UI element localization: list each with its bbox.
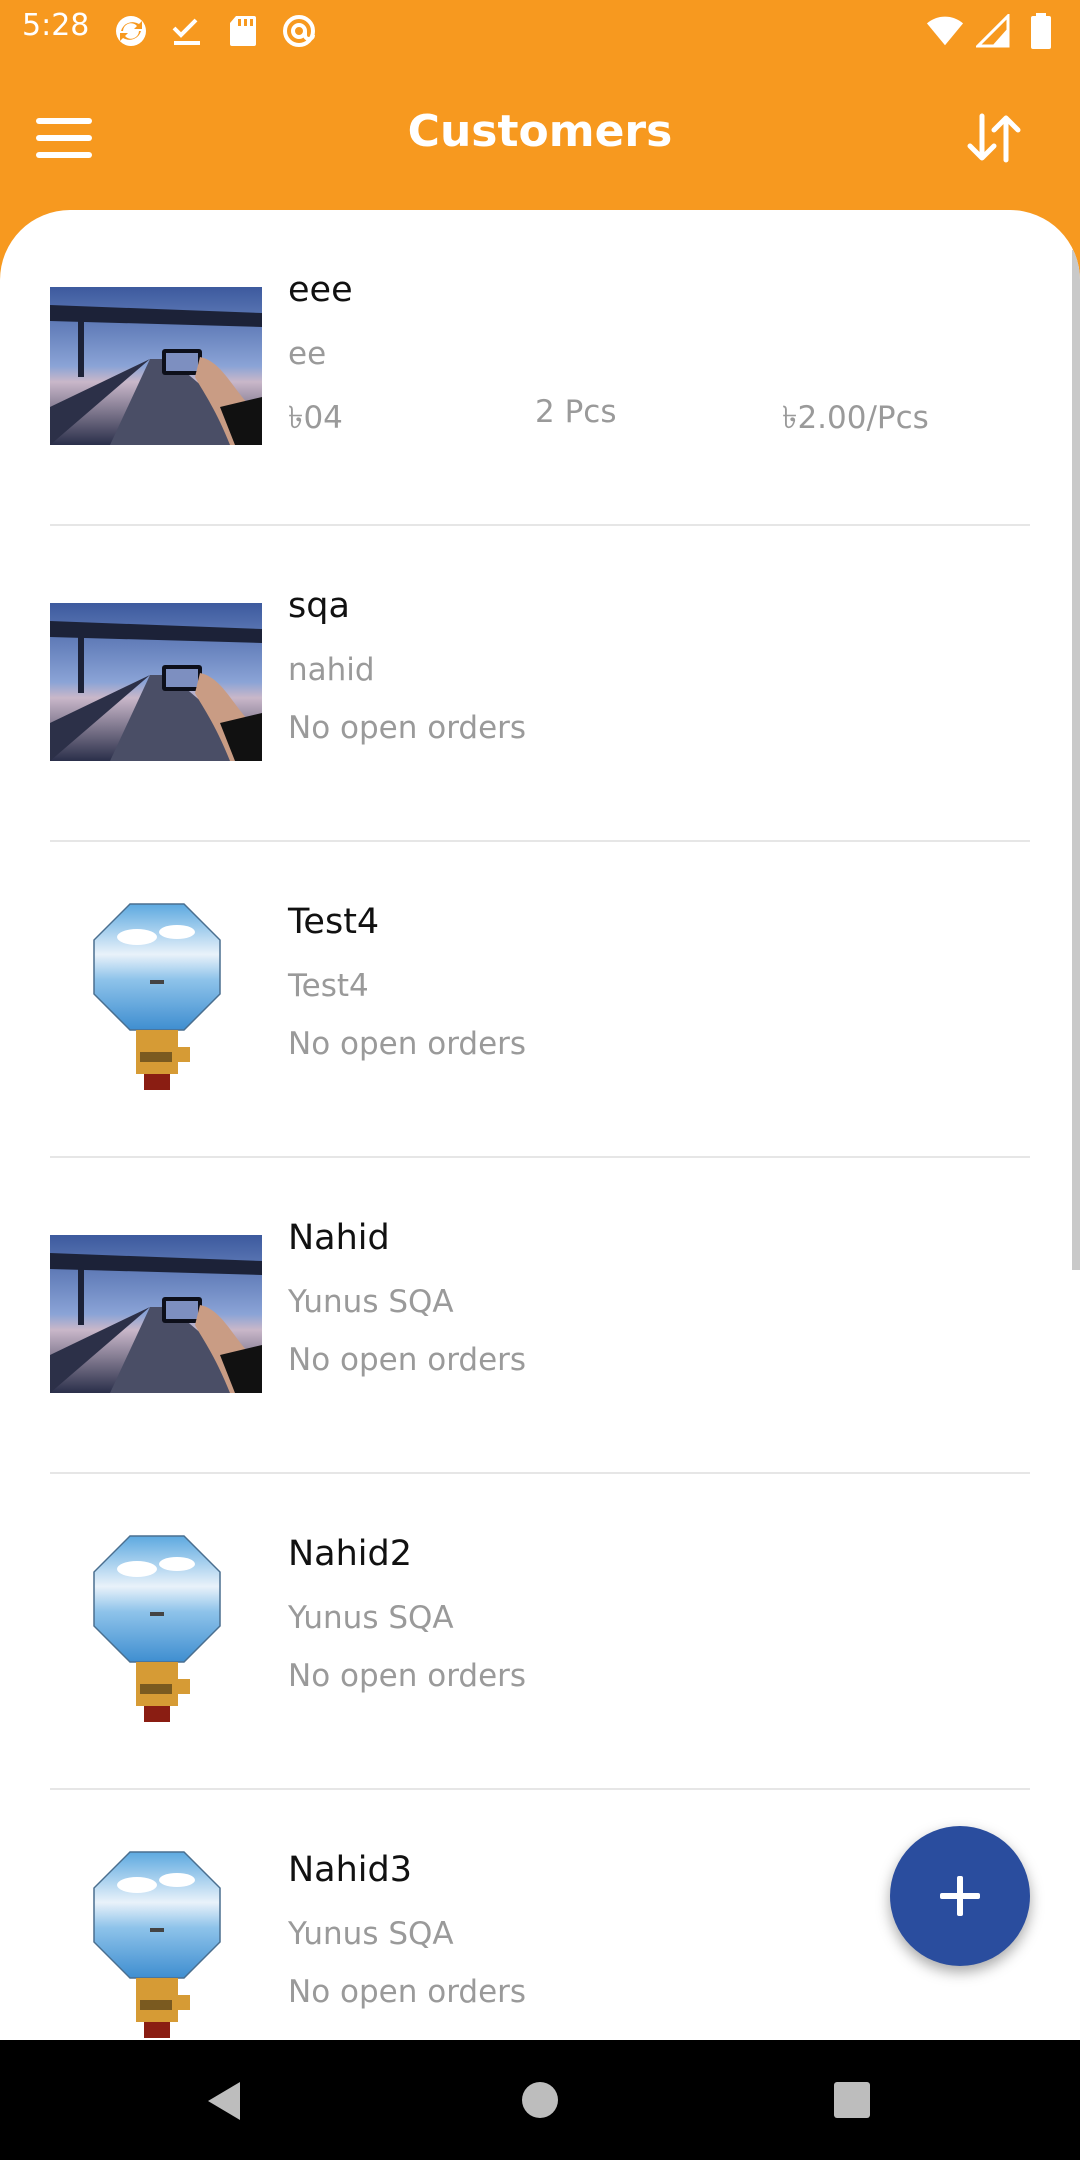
add-customer-button[interactable] (890, 1826, 1030, 1966)
customer-name: sqa (288, 586, 350, 626)
system-nav-bar (0, 2040, 1080, 2160)
battery-icon (1022, 12, 1060, 50)
customer-price: ৳2.00/Pcs (782, 400, 929, 436)
status-time: 5:28 (22, 8, 90, 43)
customer-thumbnail (92, 1534, 222, 1724)
sort-arrows-icon[interactable] (964, 110, 1024, 166)
check-icon (168, 12, 206, 50)
customer-row[interactable]: eee ee ৳04 2 Pcs ৳2.00/Pcs (50, 210, 1030, 526)
plus-icon (940, 1876, 980, 1916)
customer-thumbnail (50, 287, 262, 445)
customer-thumbnail (50, 603, 262, 761)
customer-subtitle: Yunus SQA (288, 1916, 454, 1952)
recents-icon[interactable] (834, 2082, 870, 2118)
page-title: Customers (407, 106, 673, 157)
app-bar: Customers (0, 60, 1080, 210)
sd-card-icon (224, 12, 262, 50)
customer-name: Nahid (288, 1218, 390, 1258)
scrollbar[interactable] (1072, 250, 1080, 1270)
customer-thumbnail (50, 1235, 262, 1393)
customer-list[interactable]: eee ee ৳04 2 Pcs ৳2.00/Pcs sqa nahid No … (0, 210, 1080, 2040)
customer-status: No open orders (288, 710, 527, 746)
status-bar: 5:28 (0, 0, 1080, 60)
customer-name: eee (288, 270, 353, 310)
customer-subtitle: nahid (288, 652, 375, 688)
customer-subtitle: Yunus SQA (288, 1284, 454, 1320)
customer-status: No open orders (288, 1026, 527, 1062)
customer-amount: ৳04 (288, 400, 343, 436)
customer-name: Test4 (288, 902, 380, 942)
customer-subtitle: ee (288, 336, 327, 372)
customer-thumbnail (92, 1850, 222, 2040)
at-icon (280, 12, 318, 50)
customer-name: Nahid3 (288, 1850, 413, 1890)
customer-row[interactable]: Nahid3 Yunus SQA No open orders (50, 1790, 1030, 2040)
back-icon[interactable] (204, 2080, 244, 2126)
customer-name: Nahid2 (288, 1534, 413, 1574)
customer-thumbnail (92, 902, 222, 1092)
customer-quantity: 2 Pcs (535, 394, 617, 430)
signal-icon (974, 12, 1012, 50)
customer-subtitle: Yunus SQA (288, 1600, 454, 1636)
customer-row[interactable]: Nahid2 Yunus SQA No open orders (50, 1474, 1030, 1790)
wifi-icon (926, 12, 964, 50)
customer-row[interactable]: sqa nahid No open orders (50, 526, 1030, 842)
customer-status: No open orders (288, 1658, 527, 1694)
customer-status: No open orders (288, 1974, 527, 2010)
home-icon[interactable] (522, 2082, 558, 2118)
customer-row[interactable]: Nahid Yunus SQA No open orders (50, 1158, 1030, 1474)
sync-icon (112, 12, 150, 50)
status-system-icons (926, 12, 1060, 50)
status-notification-icons (112, 12, 318, 50)
customer-status: No open orders (288, 1342, 527, 1378)
customer-subtitle: Test4 (288, 968, 369, 1004)
customer-row[interactable]: Test4 Test4 No open orders (50, 842, 1030, 1158)
